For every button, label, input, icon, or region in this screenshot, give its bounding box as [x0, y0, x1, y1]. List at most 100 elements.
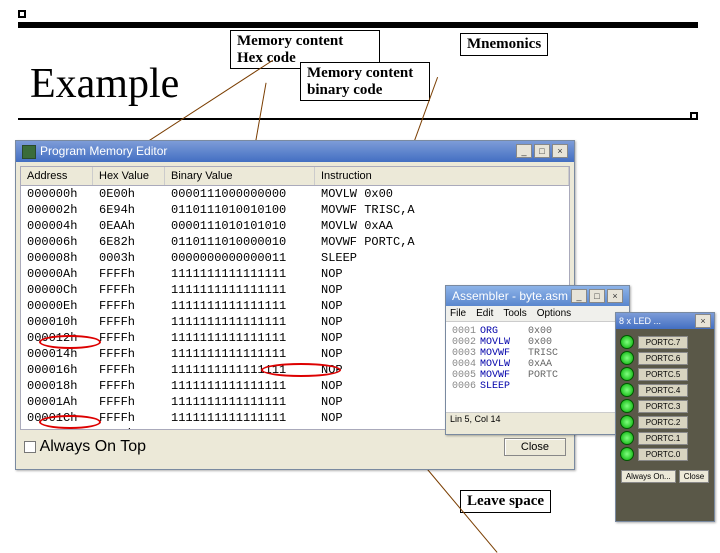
- cell-hex: FFFFh: [99, 410, 171, 426]
- table-row[interactable]: 000000h0E00h0000111000000000MOVLW 0x00: [21, 186, 569, 202]
- callout-binary: Memory content binary code: [300, 62, 430, 101]
- cell-address: 000000h: [27, 186, 99, 202]
- asm-menubar: File Edit Tools Options: [446, 306, 629, 322]
- cell-binary: 1111111111111111: [171, 266, 321, 282]
- col-binary[interactable]: Binary Value: [165, 167, 315, 185]
- led-label[interactable]: PORTC.3: [638, 400, 688, 413]
- asm-source[interactable]: 0001ORG0x000002MOVLW0x000003MOVWFTRISC00…: [446, 322, 629, 412]
- asm-line: 0006SLEEP: [452, 381, 623, 392]
- slide-top-rule: [18, 22, 698, 28]
- cell-address: 000016h: [27, 362, 99, 378]
- asm-statusbar: Lin 5, Col 14: [446, 412, 629, 425]
- led-row: PORTC.4: [620, 383, 710, 397]
- cell-binary: 1111111111111111: [171, 394, 321, 410]
- grid-header: Address Hex Value Binary Value Instructi…: [21, 167, 569, 186]
- cell-address: 00000Eh: [27, 298, 99, 314]
- led-label[interactable]: PORTC.2: [638, 416, 688, 429]
- led-always-on-button[interactable]: Always On...: [621, 470, 676, 483]
- led-footer: Always On... Close: [616, 467, 714, 486]
- table-row[interactable]: 00000AhFFFFh1111111111111111NOP: [21, 266, 569, 282]
- cell-hex: FFFFh: [99, 346, 171, 362]
- led-panel-window: 8 x LED ... × PORTC.7 PORTC.6 PORTC.5 PORTC…: [615, 312, 715, 522]
- led-row: PORTC.5: [620, 367, 710, 381]
- maximize-button[interactable]: □: [534, 144, 550, 158]
- cell-binary: 1111111111111111: [171, 314, 321, 330]
- maximize-button[interactable]: □: [589, 289, 605, 303]
- cell-binary: 0000111000000000: [171, 186, 321, 202]
- led-close-button[interactable]: Close: [679, 470, 709, 483]
- pme-titlebar[interactable]: Program Memory Editor _ □ ×: [16, 141, 574, 162]
- asm-line: 0003MOVWFTRISC: [452, 348, 623, 359]
- close-button[interactable]: ×: [607, 289, 623, 303]
- col-instruction[interactable]: Instruction: [315, 167, 569, 185]
- cell-address: 000006h: [27, 234, 99, 250]
- table-row[interactable]: 000004h0EAAh0000111010101010MOVLW 0xAA: [21, 218, 569, 234]
- close-button[interactable]: ×: [695, 314, 711, 328]
- cell-binary: 1111111111111111: [171, 298, 321, 314]
- cell-hex: FFFFh: [99, 426, 171, 430]
- cell-binary: 0000000000000011: [171, 250, 321, 266]
- cell-instruction: MOVLW 0xAA: [321, 218, 563, 234]
- always-on-top-checkbox[interactable]: Always On Top: [24, 438, 146, 456]
- cell-hex: FFFFh: [99, 282, 171, 298]
- led-indicator-icon: [620, 383, 634, 397]
- cell-address: 00001Ah: [27, 394, 99, 410]
- cell-instruction: NOP: [321, 266, 563, 282]
- cell-binary: 1111111111111111: [171, 330, 321, 346]
- cell-hex: FFFFh: [99, 298, 171, 314]
- asm-line: 0005MOVWFPORTC: [452, 370, 623, 381]
- cell-binary: 0110111010000010: [171, 234, 321, 250]
- table-row[interactable]: 000002h6E94h0110111010010100MOVWF TRISC,…: [21, 202, 569, 218]
- cell-hex: 6E82h: [99, 234, 171, 250]
- menu-tools[interactable]: Tools: [503, 308, 526, 319]
- close-button-footer[interactable]: Close: [504, 438, 566, 456]
- cell-binary: 1111111111111111: [171, 346, 321, 362]
- callout-leave-space: Leave space: [460, 490, 551, 513]
- col-address[interactable]: Address: [21, 167, 93, 185]
- col-hex[interactable]: Hex Value: [93, 167, 165, 185]
- close-button[interactable]: ×: [552, 144, 568, 158]
- cell-hex: FFFFh: [99, 330, 171, 346]
- led-indicator-icon: [620, 415, 634, 429]
- table-row[interactable]: 000006h6E82h0110111010000010MOVWF PORTC,…: [21, 234, 569, 250]
- cell-binary: 0110111010010100: [171, 202, 321, 218]
- cell-instruction: MOVWF TRISC,A: [321, 202, 563, 218]
- led-row: PORTC.1: [620, 431, 710, 445]
- asm-line: 0004MOVLW0xAA: [452, 359, 623, 370]
- led-label[interactable]: PORTC.7: [638, 336, 688, 349]
- asm-titlebar[interactable]: Assembler - byte.asm _ □ ×: [446, 286, 629, 306]
- cell-binary: 1111111111111111: [171, 282, 321, 298]
- menu-file[interactable]: File: [450, 308, 466, 319]
- table-row[interactable]: 000008h0003h0000000000000011SLEEP: [21, 250, 569, 266]
- led-label[interactable]: PORTC.6: [638, 352, 688, 365]
- cell-hex: FFFFh: [99, 362, 171, 378]
- pme-title-text: Program Memory Editor: [40, 144, 167, 158]
- led-label[interactable]: PORTC.5: [638, 368, 688, 381]
- led-titlebar[interactable]: 8 x LED ... ×: [616, 313, 714, 329]
- cell-address: 000008h: [27, 250, 99, 266]
- led-row: PORTC.6: [620, 351, 710, 365]
- led-row: PORTC.0: [620, 447, 710, 461]
- minimize-button[interactable]: _: [516, 144, 532, 158]
- cell-binary: 0000111010101010: [171, 218, 321, 234]
- menu-edit[interactable]: Edit: [476, 308, 493, 319]
- led-label[interactable]: PORTC.4: [638, 384, 688, 397]
- menu-options[interactable]: Options: [537, 308, 571, 319]
- app-icon: [22, 145, 36, 159]
- cell-hex: 0E00h: [99, 186, 171, 202]
- cell-address: 00000Ah: [27, 266, 99, 282]
- cell-hex: FFFFh: [99, 394, 171, 410]
- minimize-button[interactable]: _: [571, 289, 587, 303]
- led-indicator-icon: [620, 367, 634, 381]
- led-indicator-icon: [620, 431, 634, 445]
- asm-line: 0001ORG0x00: [452, 326, 623, 337]
- cell-address: 000010h: [27, 314, 99, 330]
- led-label[interactable]: PORTC.1: [638, 432, 688, 445]
- cell-instruction: SLEEP: [321, 250, 563, 266]
- cell-hex: 6E94h: [99, 202, 171, 218]
- led-indicator-icon: [620, 399, 634, 413]
- led-indicator-icon: [620, 335, 634, 349]
- led-label[interactable]: PORTC.0: [638, 448, 688, 461]
- asm-line: 0002MOVLW0x00: [452, 337, 623, 348]
- led-row: PORTC.7: [620, 335, 710, 349]
